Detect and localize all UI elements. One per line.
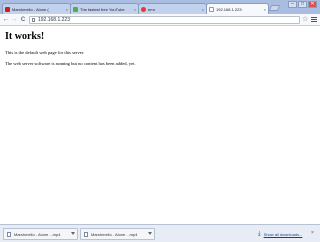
browser-window: Marshmello - Alone ( × The fastest free … (0, 0, 320, 242)
page-paragraph-1: This is the default web page for this se… (5, 50, 85, 55)
tab-close-icon[interactable]: × (134, 7, 136, 12)
page-icon (32, 18, 35, 22)
tab-close-icon[interactable]: × (66, 7, 68, 12)
tab-strip: Marshmello - Alone ( × The fastest free … (0, 0, 320, 14)
dropdown-arrow-icon[interactable] (71, 232, 75, 235)
bookmark-star-icon[interactable]: ☆ (302, 15, 308, 24)
download-name: Marshmello - Alone ...mp4 (91, 231, 138, 237)
browser-toolbar: ← → C 192.168.1.223 ☆ (0, 14, 320, 26)
tab-label: The fastest free YouTube (80, 6, 125, 12)
show-all-downloads[interactable]: ⤓ Show all downloads... (258, 231, 302, 237)
error-favicon-icon (141, 6, 146, 12)
show-all-downloads-link[interactable]: Show all downloads... (264, 232, 303, 237)
back-button[interactable]: ← (2, 16, 10, 24)
close-downloads-bar-icon[interactable]: × (311, 230, 314, 236)
minimize-button[interactable]: – (288, 1, 297, 8)
page-heading: It works! (5, 31, 45, 42)
tab-label: erro (148, 6, 156, 12)
tab-3[interactable]: erro × (138, 3, 207, 14)
downloads-bar: Marshmello - Alone ...mp4 Marshmello - A… (0, 224, 320, 242)
page-paragraph-2: The web server software is running but n… (5, 61, 136, 66)
tab-2[interactable]: The fastest free YouTube × (70, 3, 139, 14)
tab-label: 192.168.1.223 (216, 6, 242, 12)
download-icon: ⤓ (258, 231, 261, 237)
dropdown-arrow-icon[interactable] (148, 232, 152, 235)
file-icon (84, 231, 88, 237)
page-favicon-icon (209, 6, 214, 12)
tab-close-icon[interactable]: × (202, 7, 204, 12)
download-name: Marshmello - Alone ...mp4 (14, 231, 61, 237)
new-tab-button[interactable] (268, 5, 281, 11)
window-controls: – □ ✕ (288, 1, 317, 8)
page-content: It works! This is the default web page f… (0, 26, 320, 224)
menu-icon[interactable] (311, 17, 317, 23)
close-window-button[interactable]: ✕ (308, 1, 317, 8)
tab-1[interactable]: Marshmello - Alone ( × (2, 3, 71, 14)
tab-label: Marshmello - Alone ( (12, 6, 49, 12)
youtube-favicon-icon (5, 6, 10, 12)
tab-4-active[interactable]: 192.168.1.223 × (206, 3, 269, 14)
leaf-favicon-icon (73, 6, 78, 12)
url-text[interactable]: 192.168.1.223 (38, 17, 70, 23)
tab-close-icon[interactable]: × (264, 7, 266, 12)
maximize-button[interactable]: □ (298, 1, 307, 8)
file-icon (7, 231, 11, 237)
download-item[interactable]: Marshmello - Alone ...mp4 (80, 228, 155, 240)
download-item[interactable]: Marshmello - Alone ...mp4 (3, 228, 78, 240)
reload-button[interactable]: C (19, 16, 27, 24)
forward-button[interactable]: → (10, 16, 18, 24)
address-bar[interactable]: 192.168.1.223 (29, 16, 300, 24)
